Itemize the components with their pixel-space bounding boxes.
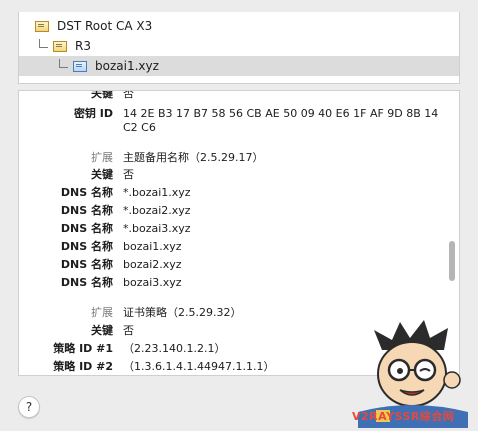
field-value: bozai1.xyz	[123, 240, 182, 253]
scrollbar-thumb[interactable]	[449, 241, 455, 281]
field-label: 策略 ID #2	[53, 360, 113, 373]
field-label: DNS 名称	[60, 204, 113, 217]
field-label: 密钥 ID	[73, 107, 113, 120]
detail-row-critical: 关键 否	[19, 168, 439, 186]
tree-item-intermediate[interactable]: R3	[19, 36, 459, 56]
tree-item-root[interactable]: DST Root CA X3	[19, 16, 459, 36]
section-label: 扩展	[91, 151, 113, 164]
field-label: DNS 名称	[60, 240, 113, 253]
detail-row-dns: DNS 名称 bozai2.xyz	[19, 258, 439, 276]
field-value: bozai3.xyz	[123, 276, 182, 289]
section-label: 扩展	[91, 306, 113, 319]
root-certificate-icon	[35, 20, 49, 32]
tree-item-label: DST Root CA X3	[57, 19, 153, 33]
detail-row-dns: DNS 名称 *.bozai3.xyz	[19, 222, 439, 240]
field-label: DNS 名称	[60, 186, 113, 199]
detail-row-critical: 关键 否	[19, 90, 439, 105]
tree-connector-icon	[55, 59, 73, 71]
tree-item-leaf[interactable]: bozai1.xyz	[19, 56, 459, 76]
field-label: DNS 名称	[60, 276, 113, 289]
field-label: DNS 名称	[60, 258, 113, 271]
detail-row-key-id: 密钥 ID 14 2E B3 17 B7 58 56 CB AE 50 09 4…	[19, 107, 439, 139]
watermark-text: V2RAYSSR综合网	[352, 410, 455, 423]
detail-row-dns: DNS 名称 *.bozai2.xyz	[19, 204, 439, 222]
field-value: bozai2.xyz	[123, 258, 182, 271]
detail-row-extension: 扩展 主题备用名称（2.5.29.17）	[19, 151, 439, 169]
field-label: 关键	[91, 168, 113, 181]
tree-item-label: R3	[75, 39, 91, 53]
field-value: 14 2E B3 17 B7 58 56 CB AE 50 09 40 E6 1…	[123, 107, 439, 134]
help-button[interactable]: ?	[18, 396, 40, 418]
field-label: 关键	[91, 90, 113, 100]
field-value: 主题备用名称（2.5.29.17）	[123, 151, 264, 164]
field-value: *.bozai3.xyz	[123, 222, 191, 235]
field-value: *.bozai1.xyz	[123, 186, 191, 199]
detail-row-dns: DNS 名称 *.bozai1.xyz	[19, 186, 439, 204]
detail-row-dns: DNS 名称 bozai3.xyz	[19, 276, 439, 294]
tree-item-label: bozai1.xyz	[95, 59, 159, 73]
tree-connector-icon	[35, 39, 53, 51]
field-value: 否	[123, 90, 134, 100]
field-label: 策略 ID #1	[53, 342, 113, 355]
detail-row-dns: DNS 名称 bozai1.xyz	[19, 240, 439, 258]
field-label: 关键	[91, 324, 113, 337]
intermediate-certificate-icon	[53, 40, 67, 52]
field-label: DNS 名称	[60, 222, 113, 235]
field-value: *.bozai2.xyz	[123, 204, 191, 217]
certificate-hierarchy: DST Root CA X3 R3 bozai1.xyz	[18, 12, 460, 84]
leaf-certificate-icon	[73, 60, 87, 72]
field-value: 否	[123, 168, 134, 181]
